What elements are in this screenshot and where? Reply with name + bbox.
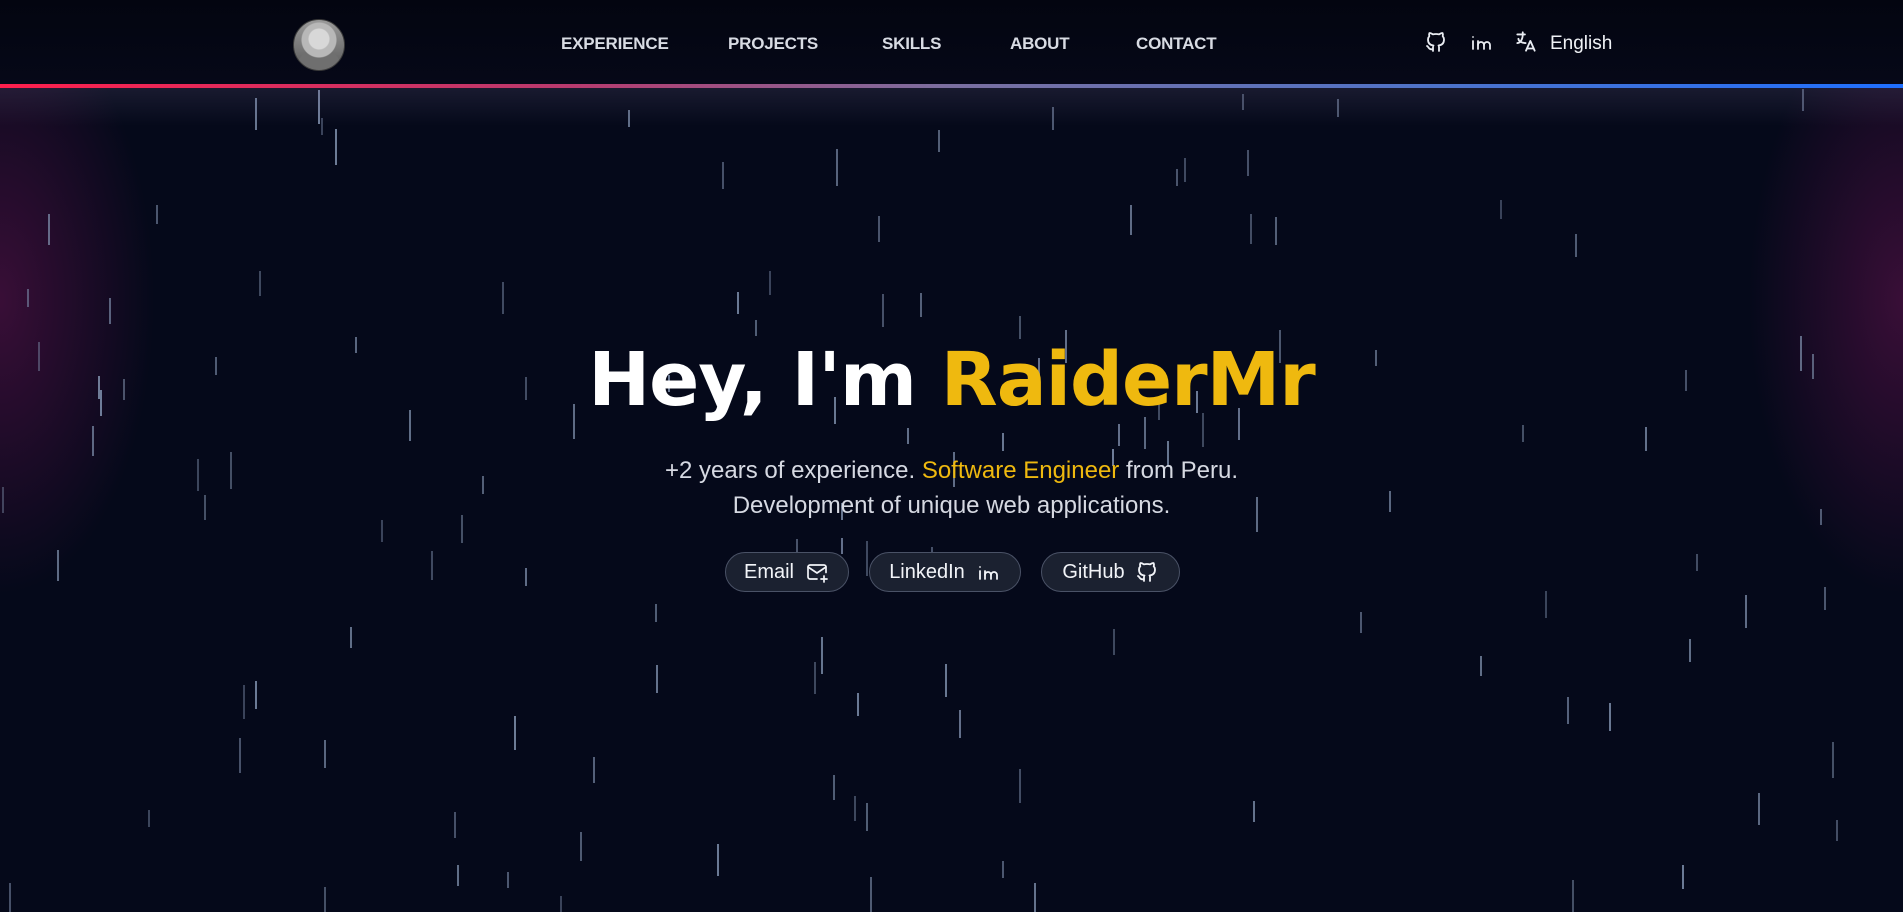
nav-skills[interactable]: SKILLS bbox=[882, 34, 941, 54]
nav-contact[interactable]: CONTACT bbox=[1136, 34, 1217, 54]
github-icon bbox=[1135, 560, 1159, 584]
linkedin-icon[interactable] bbox=[1467, 28, 1495, 56]
linkedin-button-label: LinkedIn bbox=[889, 560, 965, 583]
hero-title-prefix: Hey, I'm bbox=[588, 337, 941, 423]
nav-projects[interactable]: PROJECTS bbox=[728, 34, 818, 54]
subtitle-role: Software Engineer bbox=[921, 457, 1120, 484]
hero-title-name: RaiderMr bbox=[940, 337, 1316, 423]
email-button[interactable]: Email bbox=[725, 552, 849, 592]
email-button-label: Email bbox=[743, 560, 794, 583]
hero-subtitle-line1: +2 years of experience. Software Enginee… bbox=[0, 457, 1903, 485]
hero-section: Hey, I'm RaiderMr +2 years of experience… bbox=[0, 0, 1903, 912]
nav-experience[interactable]: EXPERIENCE bbox=[561, 34, 669, 54]
translate-icon[interactable] bbox=[1512, 28, 1540, 56]
subtitle-prefix: +2 years of experience. bbox=[665, 457, 922, 484]
github-icon[interactable] bbox=[1422, 28, 1450, 56]
nav-about[interactable]: ABOUT bbox=[1010, 34, 1070, 54]
hero-title: Hey, I'm RaiderMr bbox=[0, 337, 1903, 423]
header-actions: English bbox=[1420, 28, 1620, 58]
mail-plus-icon bbox=[804, 560, 830, 584]
github-button-label: GitHub bbox=[1062, 560, 1125, 583]
site-header: EXPERIENCE PROJECTS SKILLS ABOUT CONTACT bbox=[0, 0, 1903, 86]
hero-subtitle-line2: Development of unique web applications. bbox=[732, 492, 1171, 519]
linkedin-button[interactable]: LinkedIn bbox=[869, 552, 1021, 592]
linkedin-icon bbox=[975, 560, 1001, 584]
page: EXPERIENCE PROJECTS SKILLS ABOUT CONTACT bbox=[0, 0, 1903, 912]
subtitle-suffix: from Peru. bbox=[1119, 457, 1238, 484]
github-button[interactable]: GitHub bbox=[1041, 552, 1180, 592]
hero-buttons: Email LinkedIn GitHub bbox=[0, 552, 1903, 594]
header-gradient-line bbox=[0, 84, 1903, 88]
language-selector[interactable]: English bbox=[1550, 33, 1612, 55]
